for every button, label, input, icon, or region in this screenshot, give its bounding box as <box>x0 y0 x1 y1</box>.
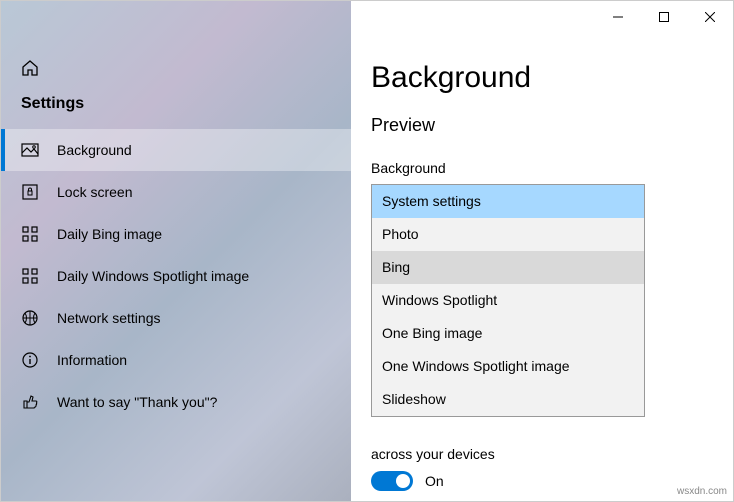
watermark: wsxdn.com <box>677 486 727 497</box>
sidebar-item-lock-screen[interactable]: Lock screen <box>1 171 351 213</box>
lock-screen-icon <box>21 183 39 201</box>
minimize-button[interactable] <box>595 1 641 33</box>
sidebar-item-label: Information <box>57 352 127 368</box>
dropdown-option-photo[interactable]: Photo <box>372 218 644 251</box>
sync-toggle[interactable] <box>371 471 413 491</box>
dropdown-option-slideshow[interactable]: Slideshow <box>372 383 644 416</box>
grid-icon <box>21 267 39 285</box>
content: Background Preview Background System set… <box>351 1 733 417</box>
dropdown-option-system-settings[interactable]: System settings <box>372 185 644 218</box>
page-title: Background <box>371 61 733 95</box>
home-icon[interactable] <box>21 59 351 77</box>
sidebar-item-background[interactable]: Background <box>1 129 351 171</box>
thumbs-up-icon <box>21 393 39 411</box>
dropdown-label: Background <box>371 160 733 176</box>
info-icon <box>21 351 39 369</box>
sidebar-item-label: Network settings <box>57 310 160 326</box>
dropdown-option-windows-spotlight[interactable]: Windows Spotlight <box>372 284 644 317</box>
toggle-label: On <box>425 473 444 489</box>
globe-icon <box>21 309 39 327</box>
dropdown-option-one-bing[interactable]: One Bing image <box>372 317 644 350</box>
sidebar-item-thanks[interactable]: Want to say "Thank you"? <box>1 381 351 423</box>
sidebar-item-daily-bing[interactable]: Daily Bing image <box>1 213 351 255</box>
section-preview: Preview <box>371 115 733 136</box>
settings-title: Settings <box>21 95 351 113</box>
settings-window: Settings Background Lock screen Daily Bi… <box>0 0 734 502</box>
sidebar-item-network[interactable]: Network settings <box>1 297 351 339</box>
sidebar-item-label: Daily Bing image <box>57 226 162 242</box>
background-dropdown[interactable]: System settings Photo Bing Windows Spotl… <box>371 184 645 417</box>
sidebar-item-label: Lock screen <box>57 184 132 200</box>
sidebar-item-label: Daily Windows Spotlight image <box>57 268 249 284</box>
dropdown-option-one-spotlight[interactable]: One Windows Spotlight image <box>372 350 644 383</box>
close-button[interactable] <box>687 1 733 33</box>
toggle-row: On <box>371 471 444 491</box>
obscured-text-left: across your devices <box>371 446 495 462</box>
sidebar-item-label: Background <box>57 142 132 158</box>
sidebar-item-label: Want to say "Thank you"? <box>57 394 217 410</box>
main-panel: Background Preview Background System set… <box>351 1 733 501</box>
sidebar: Settings Background Lock screen Daily Bi… <box>1 1 351 501</box>
dropdown-option-bing[interactable]: Bing <box>372 251 644 284</box>
picture-icon <box>21 141 39 159</box>
titlebar <box>595 1 733 33</box>
grid-icon <box>21 225 39 243</box>
maximize-button[interactable] <box>641 1 687 33</box>
sidebar-item-daily-spotlight[interactable]: Daily Windows Spotlight image <box>1 255 351 297</box>
sidebar-item-information[interactable]: Information <box>1 339 351 381</box>
